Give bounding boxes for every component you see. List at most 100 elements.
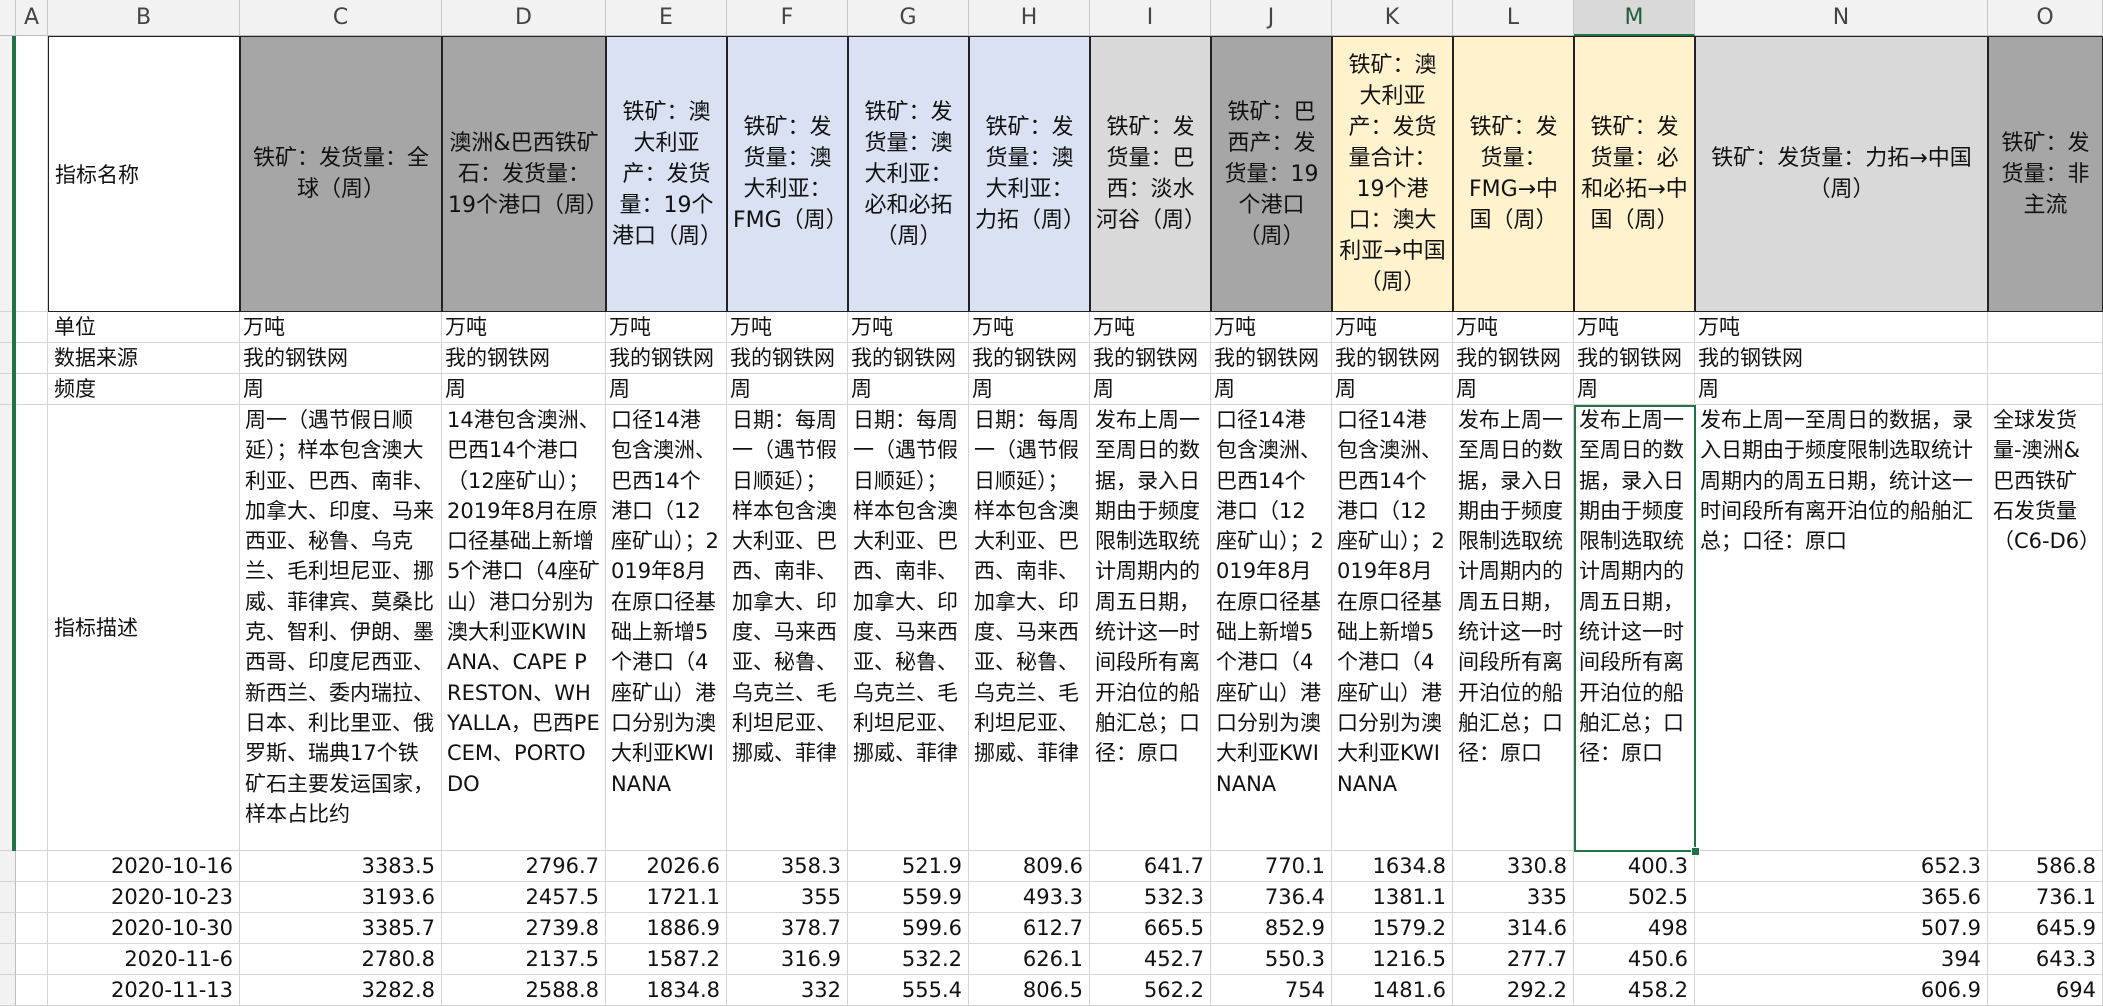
data-cell-k[interactable]: 1381.1 — [1332, 882, 1453, 913]
column-header-f[interactable]: F — [727, 0, 848, 36]
data-cell-m[interactable]: 458.2 — [1574, 975, 1695, 1006]
column-header-h[interactable]: H — [969, 0, 1090, 36]
data-cell-n[interactable]: 394 — [1695, 944, 1988, 975]
column-header-l[interactable]: L — [1453, 0, 1574, 36]
data-cell-l[interactable]: 335 — [1453, 882, 1574, 913]
column-header-m[interactable]: M — [1574, 0, 1695, 36]
unit-cell-j[interactable]: 万吨 — [1211, 312, 1332, 343]
data-cell-m[interactable]: 400.3 — [1574, 851, 1695, 882]
cell-blank[interactable] — [16, 913, 48, 944]
unit-cell-i[interactable]: 万吨 — [1090, 312, 1211, 343]
data-cell-j[interactable]: 852.9 — [1211, 913, 1332, 944]
cell-blank[interactable] — [16, 944, 48, 975]
frequencie-cell-k[interactable]: 周 — [1332, 374, 1453, 405]
frequencie-cell-e[interactable]: 周 — [606, 374, 727, 405]
data-cell-j[interactable]: 754 — [1211, 975, 1332, 1006]
unit-cell-h[interactable]: 万吨 — [969, 312, 1090, 343]
unit-cell-l[interactable]: 万吨 — [1453, 312, 1574, 343]
data-cell-h[interactable]: 493.3 — [969, 882, 1090, 913]
description-label[interactable]: 指标描述 — [48, 405, 240, 851]
column-header-k[interactable]: K — [1332, 0, 1453, 36]
column-header-b[interactable]: B — [48, 0, 240, 36]
unit-label[interactable]: 单位 — [48, 312, 240, 343]
unit-cell-k[interactable]: 万吨 — [1332, 312, 1453, 343]
data-cell-o[interactable]: 586.8 — [1988, 851, 2103, 882]
indicator-header-i[interactable]: 铁矿：发货量：巴西：淡水河谷（周） — [1090, 36, 1211, 312]
data-cell-c[interactable]: 3385.7 — [240, 913, 442, 944]
cell-blank[interactable] — [16, 343, 48, 374]
indicator-header-c[interactable]: 铁矿：发货量：全球（周） — [240, 36, 442, 312]
column-header-j[interactable]: J — [1211, 0, 1332, 36]
row-header[interactable] — [0, 944, 16, 975]
source-cell-c[interactable]: 我的钢铁网 — [240, 343, 442, 374]
data-cell-g[interactable]: 532.2 — [848, 944, 969, 975]
date-cell[interactable]: 2020-11-6 — [48, 944, 240, 975]
source-cell-n[interactable]: 我的钢铁网 — [1695, 343, 1988, 374]
data-cell-m[interactable]: 502.5 — [1574, 882, 1695, 913]
data-cell-i[interactable]: 641.7 — [1090, 851, 1211, 882]
column-header-e[interactable]: E — [606, 0, 727, 36]
source-cell-g[interactable]: 我的钢铁网 — [848, 343, 969, 374]
column-header-c[interactable]: C — [240, 0, 442, 36]
description-cell-k[interactable]: 口径14港包含澳洲、巴西14个港口（12座矿山）；2019年8月在原口径基础上新… — [1332, 405, 1453, 851]
data-cell-i[interactable]: 562.2 — [1090, 975, 1211, 1006]
description-cell-n[interactable]: 发布上周一至周日的数据，录入日期由于频度限制选取统计周期内的周五日期，统计这一时… — [1695, 405, 1988, 851]
frequencie-cell-i[interactable]: 周 — [1090, 374, 1211, 405]
data-cell-n[interactable]: 365.6 — [1695, 882, 1988, 913]
unit-cell-f[interactable]: 万吨 — [727, 312, 848, 343]
column-header-a[interactable]: A — [16, 0, 48, 36]
cell-blank[interactable] — [16, 975, 48, 1006]
data-cell-f[interactable]: 316.9 — [727, 944, 848, 975]
data-cell-o[interactable]: 643.3 — [1988, 944, 2103, 975]
indicator-header-l[interactable]: 铁矿：发货量：FMG→中国（周） — [1453, 36, 1574, 312]
data-cell-d[interactable]: 2588.8 — [442, 975, 606, 1006]
cell-blank[interactable] — [16, 882, 48, 913]
data-cell-g[interactable]: 599.6 — [848, 913, 969, 944]
description-cell-g[interactable]: 日期：每周一（遇节假日顺延）；样本包含澳大利亚、巴西、南非、加拿大、印度、马来西… — [848, 405, 969, 851]
cell-blank[interactable] — [16, 36, 48, 312]
unit-cell-d[interactable]: 万吨 — [442, 312, 606, 343]
cell-blank[interactable] — [16, 405, 48, 851]
frequencie-cell-f[interactable]: 周 — [727, 374, 848, 405]
data-cell-d[interactable]: 2739.8 — [442, 913, 606, 944]
data-cell-g[interactable]: 559.9 — [848, 882, 969, 913]
source-cell-o[interactable] — [1988, 343, 2103, 374]
data-cell-l[interactable]: 330.8 — [1453, 851, 1574, 882]
data-cell-f[interactable]: 355 — [727, 882, 848, 913]
column-header-g[interactable]: G — [848, 0, 969, 36]
data-cell-c[interactable]: 2780.8 — [240, 944, 442, 975]
data-cell-f[interactable]: 332 — [727, 975, 848, 1006]
source-cell-l[interactable]: 我的钢铁网 — [1453, 343, 1574, 374]
description-cell-m[interactable]: 发布上周一至周日的数据，录入日期由于频度限制选取统计周期内的周五日期，统计这一时… — [1574, 405, 1695, 851]
data-cell-f[interactable]: 358.3 — [727, 851, 848, 882]
description-cell-j[interactable]: 口径14港包含澳洲、巴西14个港口（12座矿山）；2019年8月在原口径基础上新… — [1211, 405, 1332, 851]
indicator-header-g[interactable]: 铁矿：发货量：澳大利亚：必和必拓（周） — [848, 36, 969, 312]
data-cell-d[interactable]: 2137.5 — [442, 944, 606, 975]
data-cell-d[interactable]: 2457.5 — [442, 882, 606, 913]
data-cell-n[interactable]: 507.9 — [1695, 913, 1988, 944]
unit-cell-g[interactable]: 万吨 — [848, 312, 969, 343]
date-cell[interactable]: 2020-10-23 — [48, 882, 240, 913]
indicator-header-o[interactable]: 铁矿：发货量：非主流 — [1988, 36, 2103, 312]
date-cell[interactable]: 2020-10-16 — [48, 851, 240, 882]
data-cell-j[interactable]: 736.4 — [1211, 882, 1332, 913]
row-header[interactable] — [0, 882, 16, 913]
frequency-label[interactable]: 频度 — [48, 374, 240, 405]
data-cell-n[interactable]: 606.9 — [1695, 975, 1988, 1006]
description-cell-e[interactable]: 口径14港包含澳洲、巴西14个港口（12座矿山）；2019年8月在原口径基础上新… — [606, 405, 727, 851]
description-cell-h[interactable]: 日期：每周一（遇节假日顺延）；样本包含澳大利亚、巴西、南非、加拿大、印度、马来西… — [969, 405, 1090, 851]
data-cell-c[interactable]: 3282.8 — [240, 975, 442, 1006]
source-cell-i[interactable]: 我的钢铁网 — [1090, 343, 1211, 374]
data-cell-h[interactable]: 626.1 — [969, 944, 1090, 975]
frequencie-cell-h[interactable]: 周 — [969, 374, 1090, 405]
frequencie-cell-n[interactable]: 周 — [1695, 374, 1988, 405]
frequencie-cell-c[interactable]: 周 — [240, 374, 442, 405]
indicator-header-f[interactable]: 铁矿：发货量：澳大利亚：FMG（周） — [727, 36, 848, 312]
data-cell-e[interactable]: 2026.6 — [606, 851, 727, 882]
data-cell-m[interactable]: 498 — [1574, 913, 1695, 944]
data-cell-e[interactable]: 1721.1 — [606, 882, 727, 913]
indicator-header-k[interactable]: 铁矿：澳大利亚产：发货量合计：19个港口：澳大利亚→中国（周） — [1332, 36, 1453, 312]
frequencie-cell-o[interactable] — [1988, 374, 2103, 405]
data-cell-n[interactable]: 652.3 — [1695, 851, 1988, 882]
data-cell-i[interactable]: 532.3 — [1090, 882, 1211, 913]
